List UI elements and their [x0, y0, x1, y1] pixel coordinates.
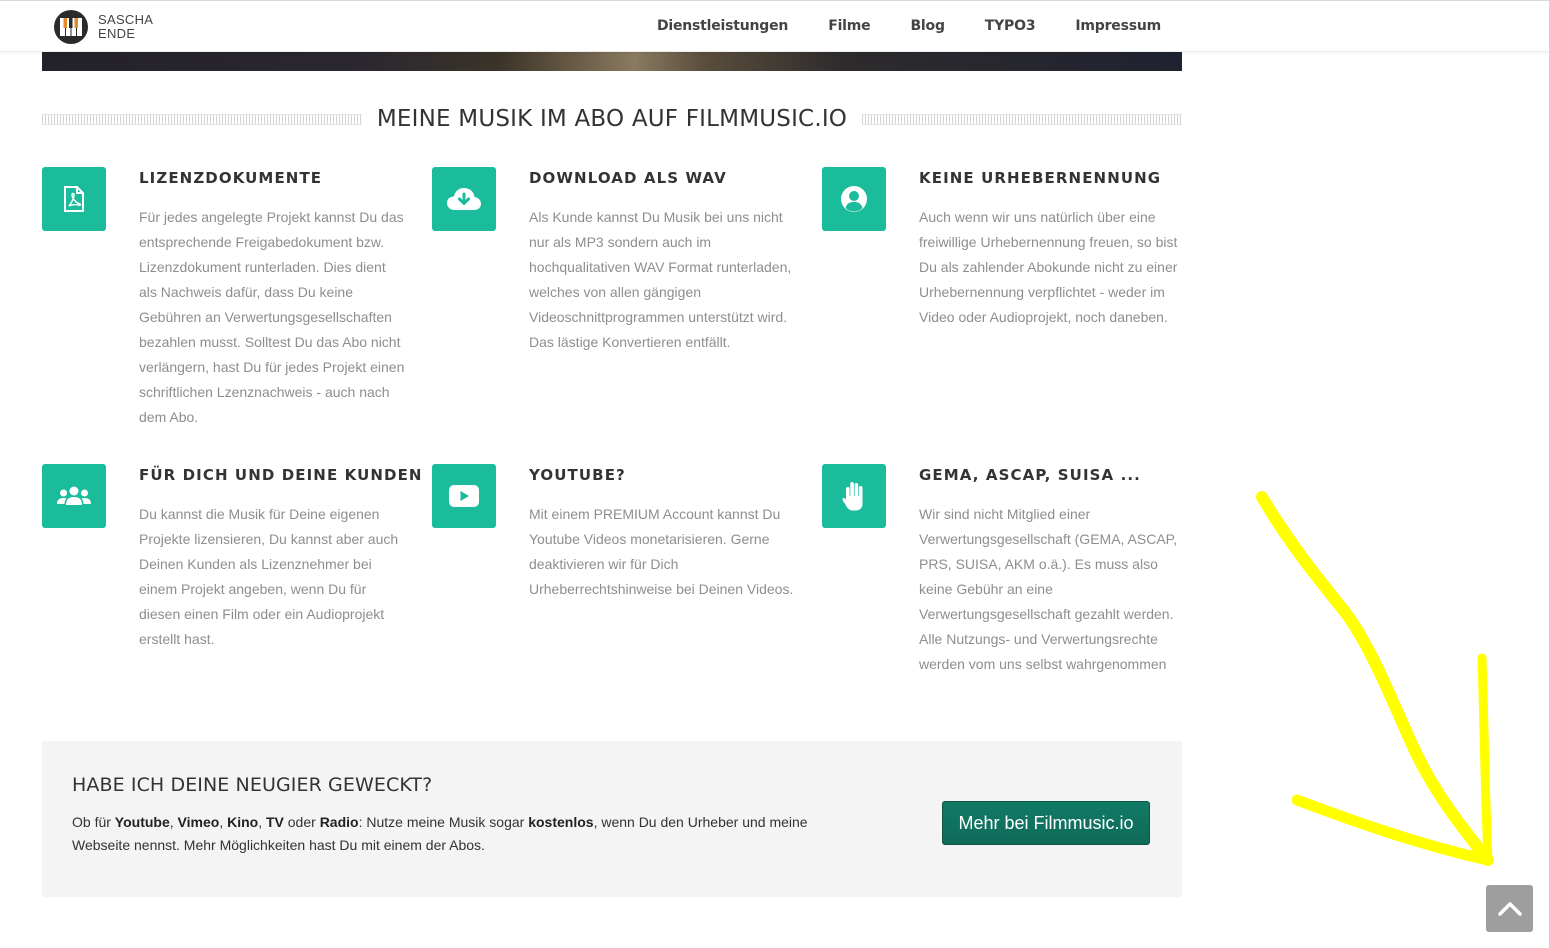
- section-heading: MEINE MUSIK IM ABO AUF FILMMUSIC.IO: [42, 102, 1183, 136]
- cta-text-part: oder: [283, 814, 320, 830]
- section-title: MEINE MUSIK IM ABO AUF FILMMUSIC.IO: [376, 106, 848, 132]
- feature-title: DOWNLOAD ALS WAV: [529, 169, 727, 187]
- piano-logo-icon: [54, 10, 88, 44]
- cta-text-part: ,: [169, 814, 178, 830]
- pdf-file-icon: [42, 167, 106, 231]
- cta-keyword: Vimeo: [177, 814, 220, 830]
- cta-keyword: Youtube: [114, 814, 170, 830]
- cta-keyword: kostenlos: [528, 814, 594, 830]
- nav-blog[interactable]: Blog: [910, 18, 945, 34]
- feature-text: Als Kunde kannst Du Musik bei uns nicht …: [529, 209, 792, 350]
- feature-text: Mit einem PREMIUM Account kannst Du Yout…: [529, 506, 794, 597]
- youtube-icon: [432, 464, 496, 528]
- back-to-top-button[interactable]: [1486, 885, 1533, 932]
- cta-keyword: TV: [265, 814, 284, 830]
- cta-text-part: ,: [258, 814, 266, 830]
- feature-title: GEMA, ASCAP, SUISA ...: [919, 466, 1141, 484]
- hand-stop-icon: [822, 464, 886, 528]
- feature-text: Für jedes angelegte Projekt kannst Du da…: [139, 209, 405, 425]
- feature-title: YOUTUBE?: [529, 466, 626, 484]
- cta-text-part: Ob für: [72, 814, 115, 830]
- feature-text: Du kannst die Musik für Deine eigenen Pr…: [139, 506, 399, 647]
- chevron-up-icon: [1497, 901, 1522, 916]
- logo-line1: SASCHA: [98, 12, 154, 27]
- cta-text-part: ,: [219, 814, 228, 830]
- cloud-download-icon: [432, 167, 496, 231]
- cta-text: Ob für Youtube, Vimeo, Kino, TV oder Rad…: [72, 811, 832, 857]
- site-header: SASCHA ENDE Dienstleistungen Filme Blog …: [0, 0, 1549, 52]
- cta-box: HABE ICH DEINE NEUGIER GEWECKT? Ob für Y…: [42, 741, 1182, 897]
- feature-title: FÜR DICH UND DEINE KUNDEN: [139, 466, 423, 484]
- logo-line2: ENDE: [98, 26, 136, 41]
- filmmusic-button[interactable]: Mehr bei Filmmusic.io: [942, 801, 1150, 845]
- cta-keyword: Kino: [227, 814, 259, 830]
- nav-impressum[interactable]: Impressum: [1075, 18, 1161, 34]
- feature-text: Auch wenn wir uns natürlich über eine fr…: [919, 209, 1178, 325]
- nav-dienstleistungen[interactable]: Dienstleistungen: [657, 18, 788, 34]
- heading-right-divider: [862, 113, 1183, 125]
- users-icon: [42, 464, 106, 528]
- feature-title: KEINE URHEBERNENNUNG: [919, 169, 1162, 187]
- hero-image-strip: [42, 50, 1182, 71]
- main-nav: Dienstleistungen Filme Blog TYPO3 Impres…: [617, 1, 1161, 51]
- heading-left-divider: [42, 113, 362, 125]
- cta-keyword: Radio: [319, 814, 359, 830]
- feature-text: Wir sind nicht Mitglied einer Verwertung…: [919, 506, 1178, 672]
- nav-typo3[interactable]: TYPO3: [985, 18, 1036, 34]
- cta-title: HABE ICH DEINE NEUGIER GEWECKT?: [72, 774, 433, 796]
- feature-title: LIZENZDOKUMENTE: [139, 169, 323, 187]
- site-logo[interactable]: SASCHA ENDE: [53, 8, 153, 46]
- cta-text-part: : Nutze meine Musik sogar: [358, 814, 529, 830]
- user-circle-icon: [822, 167, 886, 231]
- nav-filme[interactable]: Filme: [828, 18, 870, 34]
